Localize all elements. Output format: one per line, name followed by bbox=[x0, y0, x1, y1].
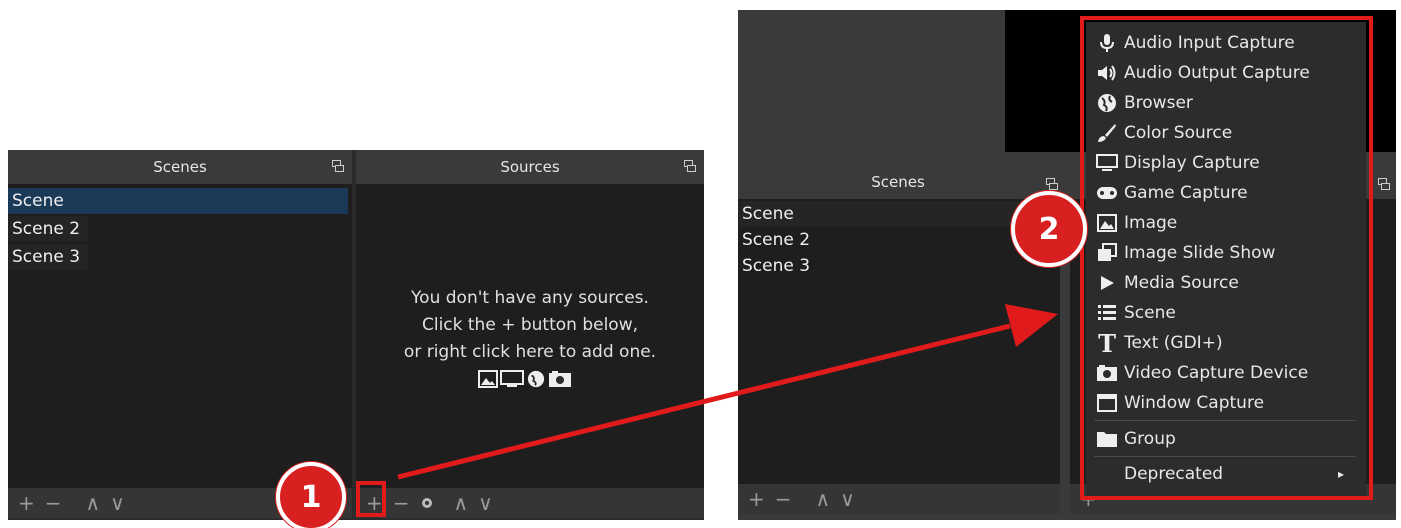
arrow-annotation bbox=[397, 304, 1058, 480]
step-number: 2 bbox=[1038, 211, 1060, 247]
step-badge-2: 2 bbox=[1011, 191, 1087, 267]
step-number: 1 bbox=[300, 479, 322, 515]
step-badge-1: 1 bbox=[276, 462, 346, 528]
